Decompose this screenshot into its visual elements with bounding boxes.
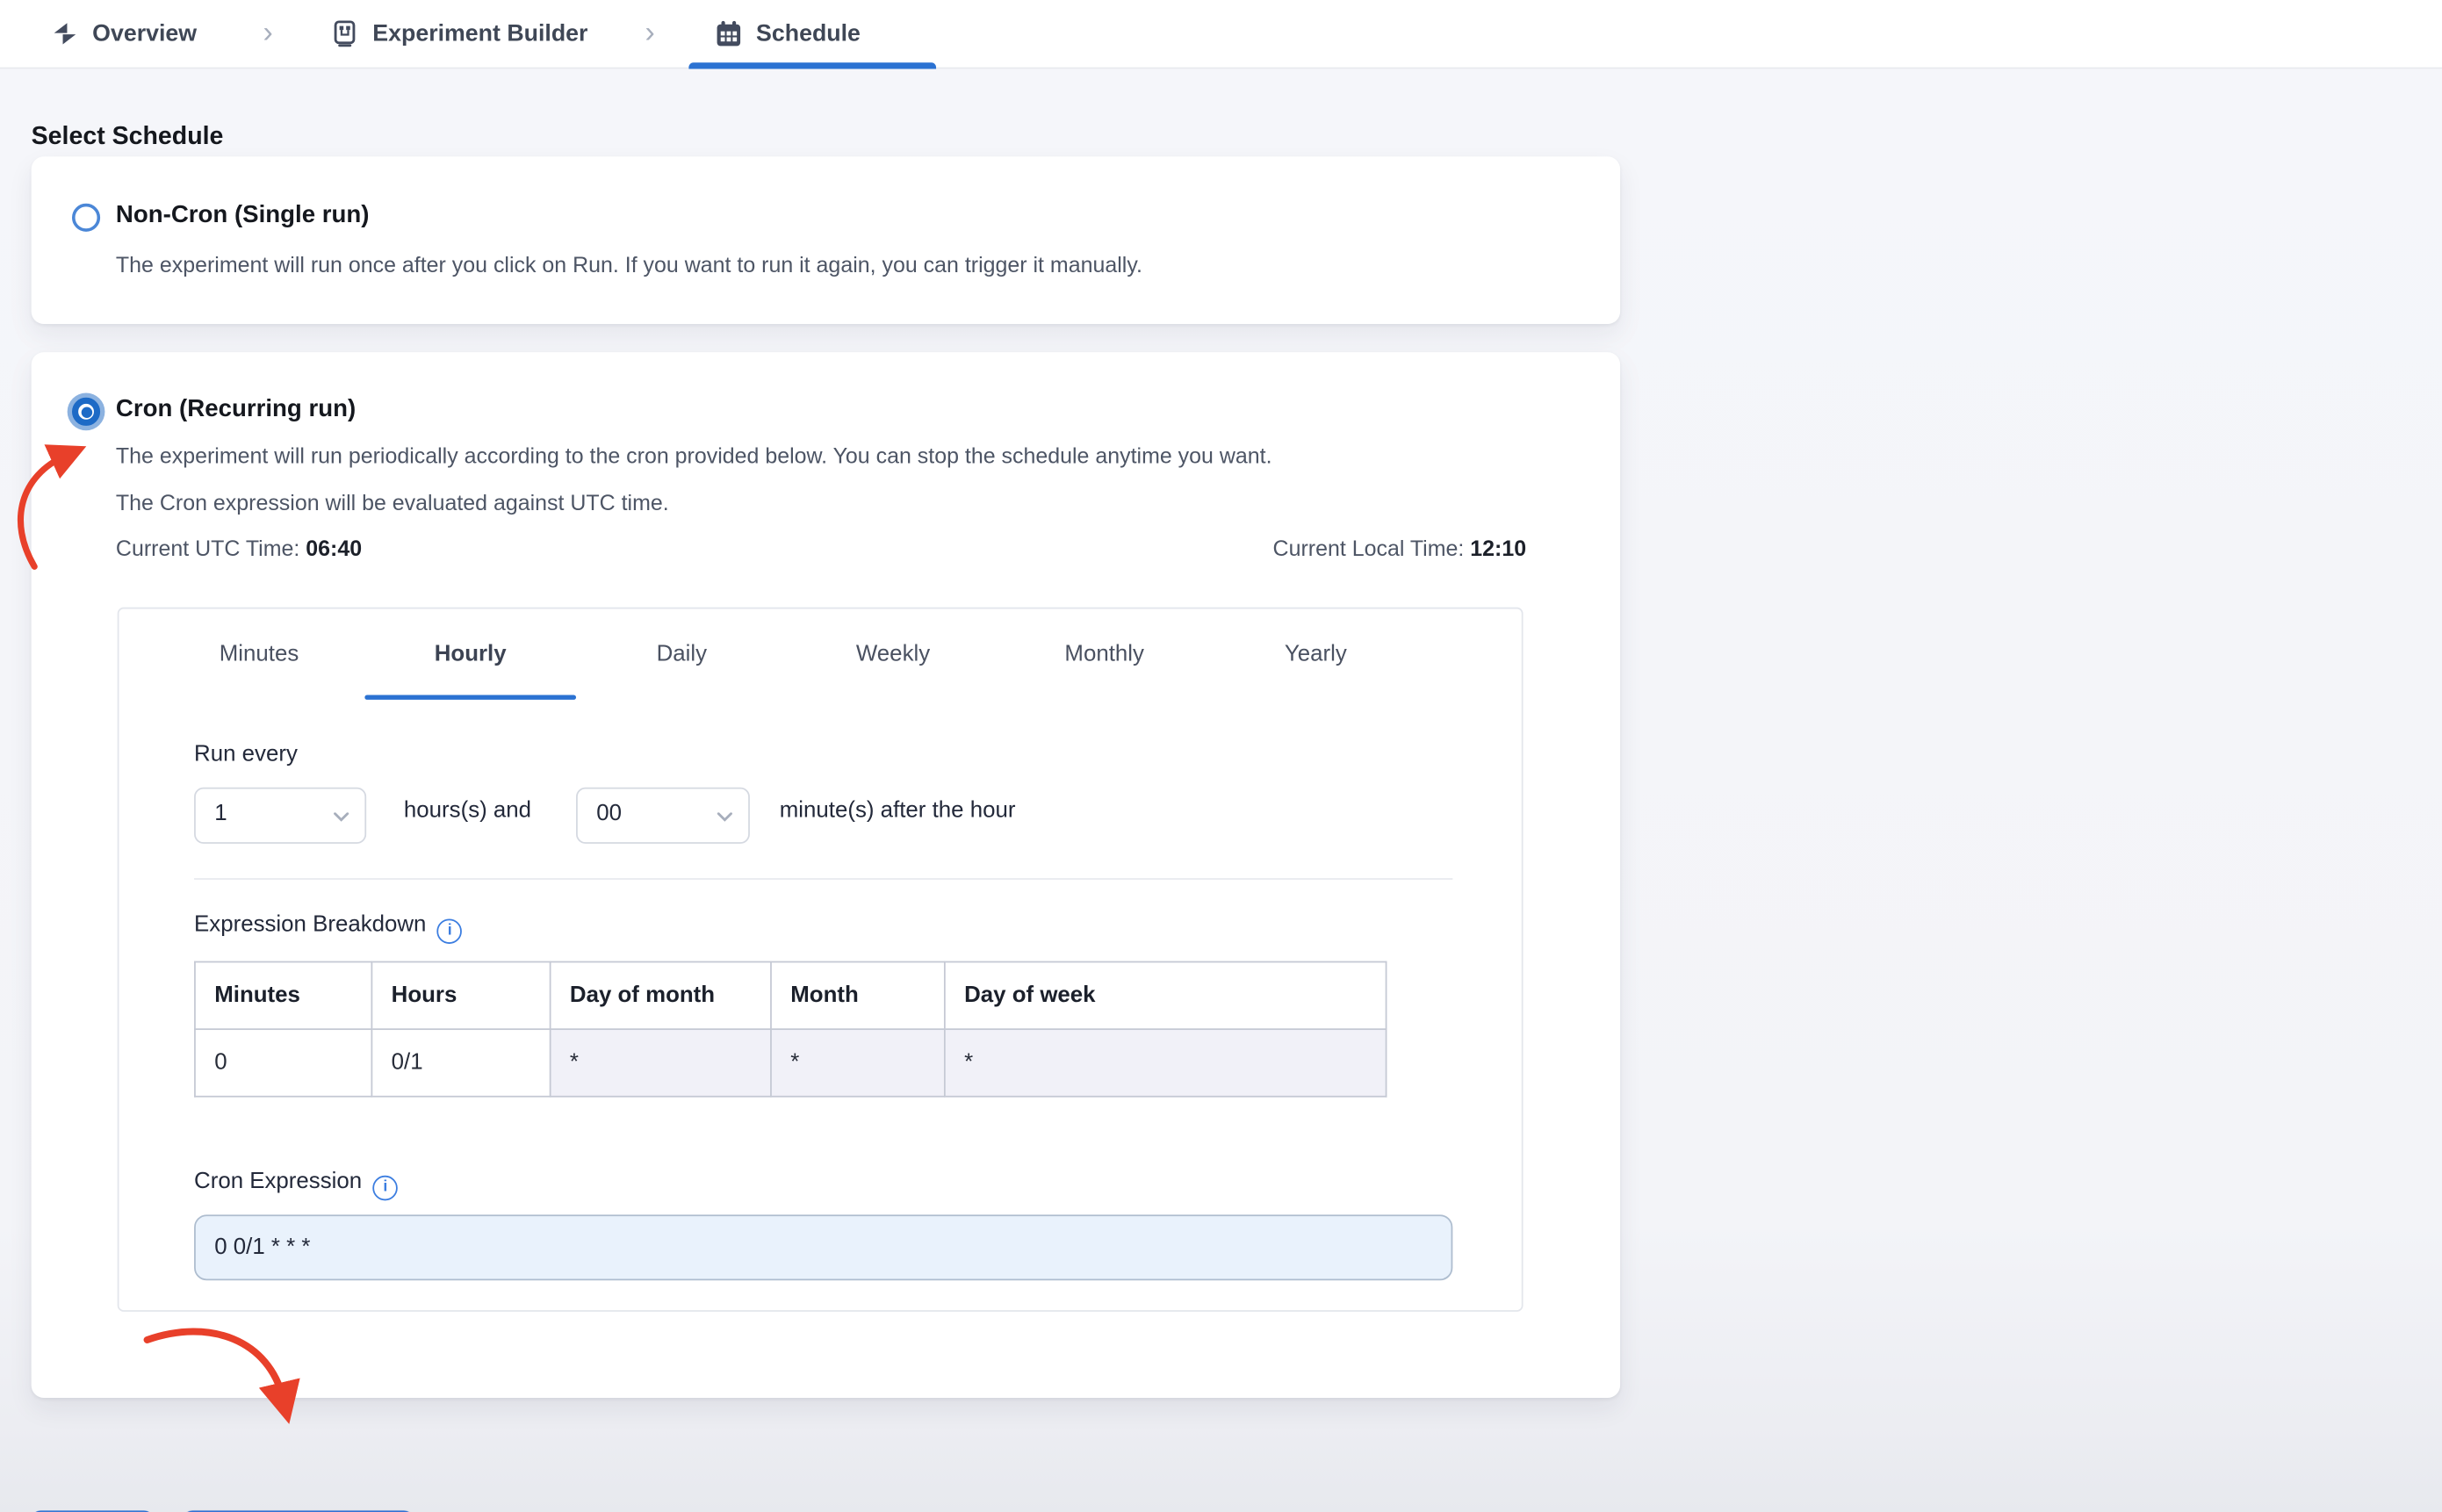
col-header-minutes: Minutes bbox=[194, 961, 373, 1031]
cell-hours: 0/1 bbox=[371, 1028, 551, 1098]
table-header-row: Minutes Hours Day of month Month Day of … bbox=[194, 961, 1387, 1031]
calendar-icon bbox=[717, 20, 741, 47]
cron-expression-input[interactable] bbox=[194, 1214, 1453, 1281]
col-header-hours: Hours bbox=[371, 961, 551, 1031]
run-every-label: Run every bbox=[194, 741, 298, 767]
experiment-builder-icon bbox=[334, 20, 356, 47]
nav-item-label: Experiment Builder bbox=[372, 20, 588, 47]
cell-day-of-month: * bbox=[549, 1028, 772, 1098]
minutes-select[interactable]: 00 bbox=[576, 787, 750, 844]
cron-schedule-panel: Minutes Hourly Daily Weekly Monthly Year… bbox=[117, 607, 1524, 1312]
nav-item-schedule[interactable]: Schedule bbox=[716, 0, 861, 68]
table-value-row: 0 0/1 * * * bbox=[194, 1028, 1387, 1098]
active-breadcrumb-underline bbox=[688, 62, 937, 69]
nav-item-overview[interactable]: Overview bbox=[52, 0, 197, 68]
cell-minutes: 0 bbox=[194, 1028, 373, 1098]
utc-time-value: 06:40 bbox=[306, 535, 363, 561]
col-header-month: Month bbox=[770, 961, 946, 1031]
info-icon[interactable] bbox=[372, 1174, 399, 1200]
cron-expression-label: Cron Expression bbox=[194, 1169, 399, 1200]
col-header-day-of-month: Day of month bbox=[549, 961, 772, 1031]
chevron-down-icon bbox=[334, 812, 349, 822]
tab-daily[interactable]: Daily bbox=[576, 628, 788, 681]
col-header-day-of-week: Day of week bbox=[943, 961, 1387, 1031]
hours-select[interactable]: 1 bbox=[194, 787, 367, 844]
nav-item-experiment-builder[interactable]: Experiment Builder bbox=[332, 0, 588, 68]
page-title: Select Schedule bbox=[31, 123, 224, 150]
hours-select-value: 1 bbox=[214, 801, 227, 827]
info-icon[interactable] bbox=[436, 918, 463, 944]
breadcrumb: Overview › Experiment Builder › Schedule bbox=[0, 0, 2442, 69]
option-title: Cron (Recurring run) bbox=[115, 396, 357, 423]
divider bbox=[194, 878, 1453, 880]
tab-weekly[interactable]: Weekly bbox=[788, 628, 999, 681]
cell-day-of-week: * bbox=[943, 1028, 1387, 1098]
tab-hourly[interactable]: Hourly bbox=[364, 628, 576, 681]
tab-monthly[interactable]: Monthly bbox=[998, 628, 1210, 681]
current-utc-time: Current UTC Time: 06:40 bbox=[116, 536, 362, 561]
chevron-down-icon bbox=[717, 812, 732, 822]
minutes-suffix-label: minute(s) after the hour bbox=[779, 798, 1016, 824]
overview-icon bbox=[54, 23, 76, 45]
app-window: Overview › Experiment Builder › Schedule… bbox=[0, 0, 2442, 1512]
local-time-label: Current Local Time: bbox=[1272, 535, 1465, 561]
schedule-page: Select Schedule Non-Cron (Single run) Th… bbox=[0, 68, 2442, 1512]
chevron-right-icon: › bbox=[645, 16, 655, 50]
option-description: The experiment will run once after you c… bbox=[115, 252, 1142, 277]
option-description: The Cron expression will be evaluated ag… bbox=[115, 489, 669, 515]
frequency-tabs: Minutes Hourly Daily Weekly Monthly Year… bbox=[154, 628, 1422, 681]
non-cron-option-card[interactable]: Non-Cron (Single run) The experiment wil… bbox=[31, 156, 1621, 325]
expression-breakdown-label: Expression Breakdown bbox=[194, 912, 463, 944]
local-time-value: 12:10 bbox=[1470, 535, 1527, 561]
non-cron-radio[interactable] bbox=[72, 203, 101, 232]
option-title: Non-Cron (Single run) bbox=[115, 201, 370, 229]
chevron-right-icon: › bbox=[263, 16, 273, 50]
cron-expression-text: Cron Expression bbox=[194, 1169, 363, 1195]
nav-item-label: Schedule bbox=[756, 20, 861, 47]
current-local-time: Current Local Time: 12:10 bbox=[1273, 536, 1527, 561]
minutes-select-value: 00 bbox=[596, 801, 622, 827]
expression-breakdown-table: Minutes Hours Day of month Month Day of … bbox=[194, 961, 1387, 1098]
option-description: The experiment will run periodically acc… bbox=[115, 443, 1272, 469]
tab-minutes[interactable]: Minutes bbox=[154, 628, 365, 681]
active-tab-underline bbox=[364, 695, 577, 700]
cron-radio[interactable] bbox=[72, 397, 101, 426]
expression-breakdown-text: Expression Breakdown bbox=[194, 912, 427, 938]
hours-suffix-label: hours(s) and bbox=[403, 798, 532, 824]
tab-yearly[interactable]: Yearly bbox=[1210, 628, 1422, 681]
cell-month: * bbox=[770, 1028, 946, 1098]
cron-option-card: Cron (Recurring run) The experiment will… bbox=[31, 352, 1621, 1398]
nav-item-label: Overview bbox=[92, 20, 198, 47]
utc-time-label: Current UTC Time: bbox=[115, 535, 300, 561]
